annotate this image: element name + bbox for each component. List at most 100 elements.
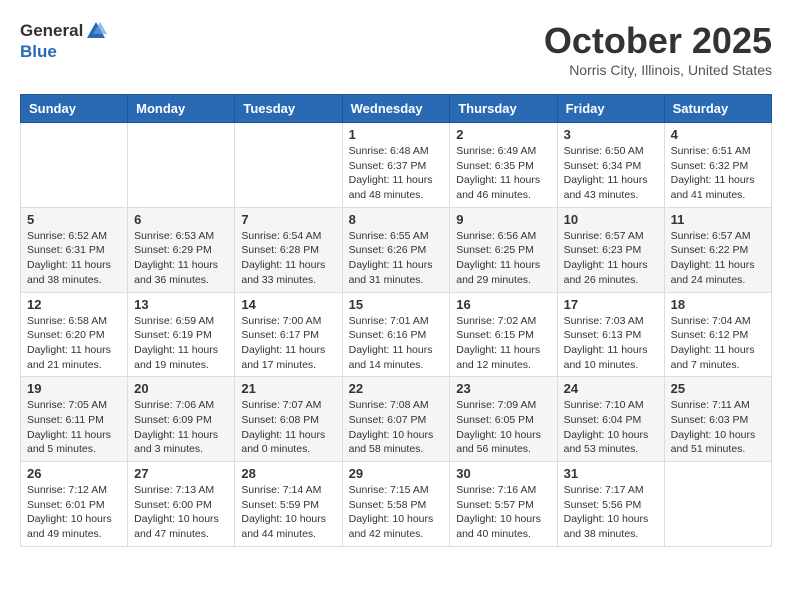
day-number: 3: [564, 127, 658, 142]
calendar-cell: 9 Sunrise: 6:56 AM Sunset: 6:25 PM Daylig…: [450, 207, 557, 292]
day-info: Sunrise: 6:55 AM Sunset: 6:26 PM Dayligh…: [349, 229, 444, 288]
day-number: 4: [671, 127, 765, 142]
day-info: Sunrise: 6:56 AM Sunset: 6:25 PM Dayligh…: [456, 229, 550, 288]
day-info: Sunrise: 7:13 AM Sunset: 6:00 PM Dayligh…: [134, 483, 228, 542]
day-info: Sunrise: 7:05 AM Sunset: 6:11 PM Dayligh…: [27, 398, 121, 457]
day-number: 9: [456, 212, 550, 227]
calendar-cell: 7Sunrise: 6:54 AM Sunset: 6:28 PM Daylig…: [235, 207, 342, 292]
day-number: 18: [671, 297, 765, 312]
day-number: 17: [564, 297, 658, 312]
calendar-cell: 10Sunrise: 6:57 AM Sunset: 6:23 PM Dayli…: [557, 207, 664, 292]
day-info: Sunrise: 7:17 AM Sunset: 5:56 PM Dayligh…: [564, 483, 658, 542]
calendar-cell: 26 Sunrise: 7:12 AM Sunset: 6:01 PM Dayli…: [21, 462, 128, 547]
calendar-cell: 31 Sunrise: 7:17 AM Sunset: 5:56 PM Dayli…: [557, 462, 664, 547]
calendar-cell: 29 Sunrise: 7:15 AM Sunset: 5:58 PM Dayli…: [342, 462, 450, 547]
day-info: Sunrise: 7:00 AM Sunset: 6:17 PM Dayligh…: [241, 314, 335, 373]
day-info: Sunrise: 7:02 AM Sunset: 6:15 PM Dayligh…: [456, 314, 550, 373]
day-info: Sunrise: 7:10 AM Sunset: 6:04 PM Dayligh…: [564, 398, 658, 457]
calendar-cell: 22 Sunrise: 7:08 AM Sunset: 6:07 PM Dayli…: [342, 377, 450, 462]
day-number: 8: [349, 212, 444, 227]
calendar-cell: 15Sunrise: 7:01 AM Sunset: 6:16 PM Dayli…: [342, 292, 450, 377]
day-number: 21: [241, 381, 335, 396]
day-info: Sunrise: 7:04 AM Sunset: 6:12 PM Dayligh…: [671, 314, 765, 373]
day-info: Sunrise: 6:57 AM Sunset: 6:23 PM Dayligh…: [564, 229, 658, 288]
calendar-cell: 12Sunrise: 6:58 AM Sunset: 6:20 PM Dayli…: [21, 292, 128, 377]
month-title: October 2025: [544, 20, 772, 62]
day-number: 16: [456, 297, 550, 312]
calendar-cell: 2 Sunrise: 6:49 AM Sunset: 6:35 PM Daylig…: [450, 123, 557, 208]
calendar-cell: 23Sunrise: 7:09 AM Sunset: 6:05 PM Dayli…: [450, 377, 557, 462]
day-info: Sunrise: 7:01 AM Sunset: 6:16 PM Dayligh…: [349, 314, 444, 373]
day-info: Sunrise: 7:07 AM Sunset: 6:08 PM Dayligh…: [241, 398, 335, 457]
calendar-cell: 5Sunrise: 6:52 AM Sunset: 6:31 PM Daylig…: [21, 207, 128, 292]
weekday-header: Sunday: [21, 95, 128, 123]
day-info: Sunrise: 6:54 AM Sunset: 6:28 PM Dayligh…: [241, 229, 335, 288]
day-info: Sunrise: 7:15 AM Sunset: 5:58 PM Dayligh…: [349, 483, 444, 542]
day-info: Sunrise: 7:09 AM Sunset: 6:05 PM Dayligh…: [456, 398, 550, 457]
day-info: Sunrise: 7:08 AM Sunset: 6:07 PM Dayligh…: [349, 398, 444, 457]
day-number: 14: [241, 297, 335, 312]
day-info: Sunrise: 6:53 AM Sunset: 6:29 PM Dayligh…: [134, 229, 228, 288]
day-info: Sunrise: 7:14 AM Sunset: 5:59 PM Dayligh…: [241, 483, 335, 542]
calendar-cell: [21, 123, 128, 208]
calendar-cell: 11Sunrise: 6:57 AM Sunset: 6:22 PM Dayli…: [664, 207, 771, 292]
calendar-cell: 20 Sunrise: 7:06 AM Sunset: 6:09 PM Dayli…: [128, 377, 235, 462]
logo-icon: [85, 20, 107, 42]
weekday-header: Monday: [128, 95, 235, 123]
calendar-cell: [128, 123, 235, 208]
calendar-week-row: 19Sunrise: 7:05 AM Sunset: 6:11 PM Dayli…: [21, 377, 772, 462]
logo-general: General: [20, 21, 83, 41]
day-info: Sunrise: 6:49 AM Sunset: 6:35 PM Dayligh…: [456, 144, 550, 203]
day-info: Sunrise: 7:06 AM Sunset: 6:09 PM Dayligh…: [134, 398, 228, 457]
calendar-cell: 4 Sunrise: 6:51 AM Sunset: 6:32 PM Daylig…: [664, 123, 771, 208]
day-number: 29: [349, 466, 444, 481]
calendar-cell: [664, 462, 771, 547]
weekday-header: Tuesday: [235, 95, 342, 123]
day-info: Sunrise: 6:50 AM Sunset: 6:34 PM Dayligh…: [564, 144, 658, 203]
day-number: 30: [456, 466, 550, 481]
calendar-cell: 25 Sunrise: 7:11 AM Sunset: 6:03 PM Dayli…: [664, 377, 771, 462]
day-number: 22: [349, 381, 444, 396]
weekday-header: Thursday: [450, 95, 557, 123]
day-info: Sunrise: 7:16 AM Sunset: 5:57 PM Dayligh…: [456, 483, 550, 542]
day-number: 2: [456, 127, 550, 142]
calendar-week-row: 1Sunrise: 6:48 AM Sunset: 6:37 PM Daylig…: [21, 123, 772, 208]
day-info: Sunrise: 7:12 AM Sunset: 6:01 PM Dayligh…: [27, 483, 121, 542]
day-info: Sunrise: 6:52 AM Sunset: 6:31 PM Dayligh…: [27, 229, 121, 288]
location: Norris City, Illinois, United States: [544, 62, 772, 78]
day-info: Sunrise: 6:58 AM Sunset: 6:20 PM Dayligh…: [27, 314, 121, 373]
day-number: 27: [134, 466, 228, 481]
calendar-cell: 19Sunrise: 7:05 AM Sunset: 6:11 PM Dayli…: [21, 377, 128, 462]
day-number: 25: [671, 381, 765, 396]
calendar-cell: 3 Sunrise: 6:50 AM Sunset: 6:34 PM Daylig…: [557, 123, 664, 208]
calendar-cell: 13Sunrise: 6:59 AM Sunset: 6:19 PM Dayli…: [128, 292, 235, 377]
calendar-table: SundayMondayTuesdayWednesdayThursdayFrid…: [20, 94, 772, 547]
title-block: October 2025 Norris City, Illinois, Unit…: [544, 20, 772, 78]
calendar-cell: 16 Sunrise: 7:02 AM Sunset: 6:15 PM Dayli…: [450, 292, 557, 377]
calendar-cell: 28 Sunrise: 7:14 AM Sunset: 5:59 PM Dayli…: [235, 462, 342, 547]
day-info: Sunrise: 6:59 AM Sunset: 6:19 PM Dayligh…: [134, 314, 228, 373]
day-info: Sunrise: 6:48 AM Sunset: 6:37 PM Dayligh…: [349, 144, 444, 203]
calendar-week-row: 12Sunrise: 6:58 AM Sunset: 6:20 PM Dayli…: [21, 292, 772, 377]
day-info: Sunrise: 6:51 AM Sunset: 6:32 PM Dayligh…: [671, 144, 765, 203]
logo: General Blue: [20, 20, 107, 62]
calendar-header-row: SundayMondayTuesdayWednesdayThursdayFrid…: [21, 95, 772, 123]
day-number: 28: [241, 466, 335, 481]
day-number: 26: [27, 466, 121, 481]
calendar-week-row: 5Sunrise: 6:52 AM Sunset: 6:31 PM Daylig…: [21, 207, 772, 292]
day-info: Sunrise: 7:03 AM Sunset: 6:13 PM Dayligh…: [564, 314, 658, 373]
calendar-cell: 14 Sunrise: 7:00 AM Sunset: 6:17 PM Dayli…: [235, 292, 342, 377]
day-number: 24: [564, 381, 658, 396]
day-info: Sunrise: 7:11 AM Sunset: 6:03 PM Dayligh…: [671, 398, 765, 457]
calendar-cell: 8 Sunrise: 6:55 AM Sunset: 6:26 PM Daylig…: [342, 207, 450, 292]
logo-blue: Blue: [20, 42, 57, 61]
calendar-cell: 6Sunrise: 6:53 AM Sunset: 6:29 PM Daylig…: [128, 207, 235, 292]
calendar-cell: 18 Sunrise: 7:04 AM Sunset: 6:12 PM Dayli…: [664, 292, 771, 377]
weekday-header: Wednesday: [342, 95, 450, 123]
day-info: Sunrise: 6:57 AM Sunset: 6:22 PM Dayligh…: [671, 229, 765, 288]
day-number: 20: [134, 381, 228, 396]
day-number: 31: [564, 466, 658, 481]
calendar-cell: 17 Sunrise: 7:03 AM Sunset: 6:13 PM Dayli…: [557, 292, 664, 377]
calendar-cell: 30 Sunrise: 7:16 AM Sunset: 5:57 PM Dayli…: [450, 462, 557, 547]
weekday-header: Friday: [557, 95, 664, 123]
